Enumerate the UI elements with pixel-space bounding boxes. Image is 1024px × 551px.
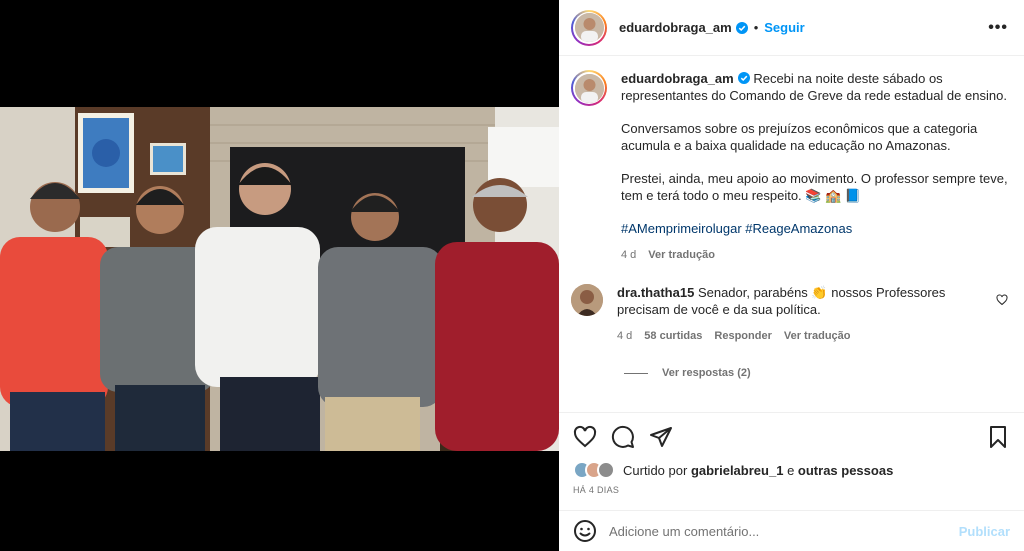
like-heart-icon[interactable] [573, 425, 597, 449]
liked-by-conj: e [787, 462, 795, 478]
caption-avatar-ring[interactable] [571, 70, 607, 106]
post-sidebar: eduardobraga_am • Seguir ••• eduardobrag… [559, 0, 1024, 551]
media-stage [0, 0, 559, 551]
comment-bubble-icon[interactable] [611, 425, 635, 449]
save-bookmark-icon[interactable] [986, 425, 1010, 449]
comment-like-heart-icon[interactable] [996, 294, 1008, 306]
caption-paragraph-3: Prestei, ainda, meu apoio ao movimento. … [621, 171, 1008, 203]
author-avatar-ring[interactable] [571, 9, 607, 46]
verified-badge-icon [735, 21, 748, 34]
comment-likes[interactable]: 58 curtidas [644, 328, 702, 345]
author-avatar[interactable] [574, 13, 604, 42]
caption-avatar[interactable] [574, 73, 604, 103]
likes-summary: Curtido por gabrielabreu_1 e outras pess… [573, 461, 1010, 479]
comments-section: eduardobraga_am Recebi na noite deste sá… [559, 56, 1024, 412]
caption-hashtags[interactable]: #AMemprimeirolugar #ReageAmazonas [621, 220, 1008, 237]
commenter-avatar[interactable] [571, 284, 603, 316]
commenter-username[interactable]: dra.thatha15 [617, 285, 694, 300]
separator-dot: • [753, 20, 759, 35]
add-comment-bar: Adicione um comentário... Publicar [559, 510, 1024, 551]
publish-button[interactable]: Publicar [959, 524, 1010, 539]
emoji-icon[interactable] [573, 519, 597, 543]
follow-button[interactable]: Seguir [764, 20, 804, 35]
caption-row: eduardobraga_am Recebi na noite deste sá… [571, 70, 1008, 264]
share-send-icon[interactable] [649, 425, 673, 449]
post-photo[interactable] [0, 107, 559, 451]
reply-link[interactable]: Responder [714, 328, 771, 345]
liked-by-prefix: Curtido por [623, 462, 688, 478]
post-timestamp[interactable]: HÁ 4 DIAS [573, 485, 1010, 495]
caption-age: 4 d [621, 249, 637, 261]
more-options-icon[interactable]: ••• [988, 19, 1008, 37]
comment-age: 4 d [617, 330, 633, 342]
post-actions: Curtido por gabrielabreu_1 e outras pess… [559, 412, 1024, 495]
action-icons-row [573, 425, 1010, 449]
caption-translate-link[interactable]: Ver tradução [648, 247, 715, 264]
comment-input[interactable]: Adicione um comentário... [609, 524, 759, 539]
comment-meta: 4 d 58 curtidas Responder Ver tradução [617, 328, 986, 345]
caption-meta: 4 d Ver tradução [621, 247, 1008, 264]
view-replies-label[interactable]: Ver respostas (2) [662, 367, 751, 379]
caption-paragraph-2: Conversamos sobre os prejuízos econômico… [621, 121, 978, 153]
comment-row: dra.thatha15 Senador, parabéns 👏 nossos … [571, 284, 1008, 345]
comment-body: dra.thatha15 Senador, parabéns 👏 nossos … [617, 284, 986, 345]
liked-by-others[interactable]: outras pessoas [798, 463, 893, 478]
comment-translate-link[interactable]: Ver tradução [784, 328, 851, 345]
caption-username[interactable]: eduardobraga_am [621, 71, 734, 86]
post-header: eduardobraga_am • Seguir ••• [559, 0, 1024, 56]
caption-body: eduardobraga_am Recebi na noite deste sá… [621, 70, 1008, 264]
liker-avatar [597, 461, 615, 479]
author-username[interactable]: eduardobraga_am [619, 20, 732, 35]
liker-avatars[interactable] [573, 461, 615, 479]
view-replies-toggle[interactable]: Ver respostas (2) [624, 367, 1008, 379]
liked-by-user[interactable]: gabrielabreu_1 [691, 463, 784, 478]
verified-badge-icon [737, 72, 750, 84]
replies-line [624, 372, 648, 374]
